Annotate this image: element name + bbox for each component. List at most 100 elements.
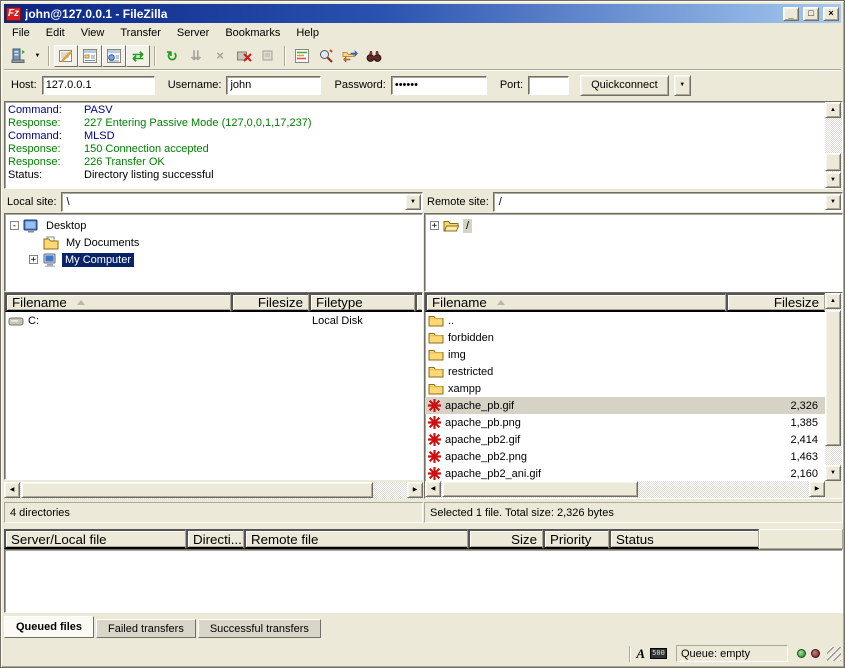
- expand-icon[interactable]: +: [430, 221, 439, 230]
- resize-grip[interactable]: [827, 647, 841, 661]
- remote-file-list[interactable]: Filename Filesize .. forbidden img restr…: [424, 292, 843, 499]
- directory-comparison-icon[interactable]: [314, 45, 338, 67]
- username-input[interactable]: [226, 76, 321, 95]
- column-header-priority[interactable]: Priority: [543, 529, 609, 549]
- column-header-filename[interactable]: Filename: [5, 293, 231, 312]
- password-input[interactable]: [391, 76, 487, 95]
- close-button[interactable]: ×: [823, 7, 839, 21]
- menu-file[interactable]: File: [4, 25, 38, 41]
- message-log[interactable]: Command:PASV Response:227 Entering Passi…: [4, 101, 843, 189]
- statusbar-separator: [629, 646, 631, 662]
- tree-item-root[interactable]: + /: [425, 217, 842, 234]
- local-horizontal-scrollbar[interactable]: ◀ ▶: [4, 482, 423, 499]
- menu-bar: File Edit View Transfer Server Bookmarks…: [4, 23, 841, 42]
- remote-file-row-selected[interactable]: apache_pb.gif 2,326: [425, 397, 825, 414]
- tree-item-my-documents[interactable]: My Documents: [5, 234, 422, 251]
- toggle-message-log-icon[interactable]: [54, 45, 78, 67]
- local-site-combobox[interactable]: \ ▼: [61, 192, 423, 212]
- toolbar: ▼ ⇄ ↻ ⇊ ×: [4, 42, 841, 69]
- scroll-up-icon[interactable]: ▲: [825, 293, 841, 309]
- synchronized-browsing-icon[interactable]: [338, 45, 362, 67]
- scroll-down-icon[interactable]: ▼: [825, 465, 841, 481]
- port-input[interactable]: [528, 76, 569, 95]
- remote-directory-tree[interactable]: + /: [424, 213, 843, 292]
- apache-file-icon: [428, 450, 441, 463]
- tree-item-desktop[interactable]: - Desktop: [5, 217, 422, 234]
- local-directory-tree[interactable]: - Desktop My Documents + My Computer: [4, 213, 423, 292]
- remote-file-row[interactable]: apache_pb2_ani.gif 2,160: [425, 465, 825, 482]
- column-header-size[interactable]: Size: [468, 529, 543, 549]
- speed-limit-icon[interactable]: 500: [650, 648, 667, 659]
- tab-failed-transfers[interactable]: Failed transfers: [96, 619, 196, 638]
- remote-file-row[interactable]: img: [425, 346, 825, 363]
- tree-item-my-computer[interactable]: + My Computer: [5, 251, 422, 268]
- menu-help[interactable]: Help: [288, 25, 327, 41]
- scroll-left-icon[interactable]: ◀: [425, 481, 441, 497]
- host-input[interactable]: [42, 76, 155, 95]
- remote-file-row[interactable]: apache_pb2.gif 2,414: [425, 431, 825, 448]
- chevron-down-icon[interactable]: ▼: [825, 194, 841, 210]
- column-header-filetype[interactable]: Filetype: [309, 293, 415, 312]
- title-bar[interactable]: Fz john@127.0.0.1 - FileZilla _ □ ×: [4, 4, 841, 23]
- log-scrollbar[interactable]: ▲ ▼: [825, 102, 842, 188]
- scroll-right-icon[interactable]: ▶: [407, 482, 423, 498]
- apache-file-icon: [428, 399, 441, 412]
- remote-file-row[interactable]: apache_pb.png 1,385: [425, 414, 825, 431]
- maximize-button[interactable]: □: [803, 7, 819, 21]
- remote-site-combobox[interactable]: / ▼: [493, 192, 843, 212]
- scroll-thumb[interactable]: [21, 482, 373, 498]
- column-header-direction[interactable]: Directi...: [186, 529, 244, 549]
- column-header-remote-file[interactable]: Remote file: [244, 529, 468, 549]
- folder-icon: [428, 331, 444, 344]
- column-header-filename[interactable]: Filename: [425, 293, 726, 312]
- quickconnect-dropdown-icon[interactable]: ▼: [674, 75, 691, 96]
- toggle-remote-tree-icon[interactable]: [102, 45, 126, 67]
- scroll-thumb[interactable]: [442, 481, 638, 497]
- scroll-right-icon[interactable]: ▶: [809, 481, 825, 497]
- remote-vertical-scrollbar[interactable]: ▲ ▼: [825, 293, 842, 481]
- menu-bookmarks[interactable]: Bookmarks: [217, 25, 288, 41]
- scroll-up-icon[interactable]: ▲: [825, 102, 841, 118]
- transfer-queue-list[interactable]: [4, 549, 843, 613]
- collapse-icon[interactable]: -: [10, 221, 19, 230]
- toggle-transfer-queue-icon[interactable]: ⇄: [126, 45, 150, 67]
- transfer-type-ascii-icon[interactable]: A: [636, 647, 645, 660]
- window-title: john@127.0.0.1 - FileZilla: [25, 7, 779, 21]
- column-header-server-local-file[interactable]: Server/Local file: [4, 529, 186, 549]
- column-header-filesize[interactable]: Filesize: [231, 293, 309, 312]
- column-header-filesize[interactable]: Filesize: [726, 293, 825, 312]
- find-files-icon[interactable]: [362, 45, 386, 67]
- remote-file-row[interactable]: apache_pb2.png 1,463: [425, 448, 825, 465]
- local-file-list[interactable]: Filename Filesize Filetype L C: Local Di…: [4, 292, 423, 480]
- directory-filters-icon[interactable]: [290, 45, 314, 67]
- toggle-local-tree-icon[interactable]: [78, 45, 102, 67]
- remote-file-row[interactable]: ..: [425, 312, 825, 329]
- remote-horizontal-scrollbar[interactable]: ◀ ▶: [425, 481, 825, 498]
- quickconnect-button[interactable]: Quickconnect: [580, 75, 669, 96]
- site-manager-icon[interactable]: [7, 45, 31, 67]
- remote-file-row[interactable]: forbidden: [425, 329, 825, 346]
- scroll-down-icon[interactable]: ▼: [825, 172, 841, 188]
- apache-file-icon: [428, 467, 441, 480]
- refresh-icon[interactable]: ↻: [160, 45, 184, 67]
- remote-file-row[interactable]: xampp: [425, 380, 825, 397]
- column-header-last-modified[interactable]: L: [415, 293, 423, 312]
- menu-view[interactable]: View: [73, 25, 113, 41]
- scroll-thumb[interactable]: [825, 310, 841, 446]
- scroll-thumb[interactable]: [825, 153, 841, 171]
- local-file-row[interactable]: C: Local Disk: [5, 312, 422, 329]
- site-manager-dropdown-icon[interactable]: ▼: [31, 45, 44, 67]
- tab-queued-files[interactable]: Queued files: [4, 616, 94, 638]
- minimize-button[interactable]: _: [783, 7, 799, 21]
- menu-server[interactable]: Server: [169, 25, 217, 41]
- remote-pane: Remote site: / ▼ + / Filename Filesize .…: [424, 191, 843, 525]
- menu-edit[interactable]: Edit: [38, 25, 73, 41]
- disconnect-icon[interactable]: [232, 45, 256, 67]
- column-header-status[interactable]: Status: [609, 529, 759, 549]
- tab-successful-transfers[interactable]: Successful transfers: [198, 619, 321, 638]
- chevron-down-icon[interactable]: ▼: [405, 194, 421, 210]
- scroll-left-icon[interactable]: ◀: [4, 482, 20, 498]
- menu-transfer[interactable]: Transfer: [112, 25, 169, 41]
- expand-icon[interactable]: +: [29, 255, 38, 264]
- remote-file-row[interactable]: restricted: [425, 363, 825, 380]
